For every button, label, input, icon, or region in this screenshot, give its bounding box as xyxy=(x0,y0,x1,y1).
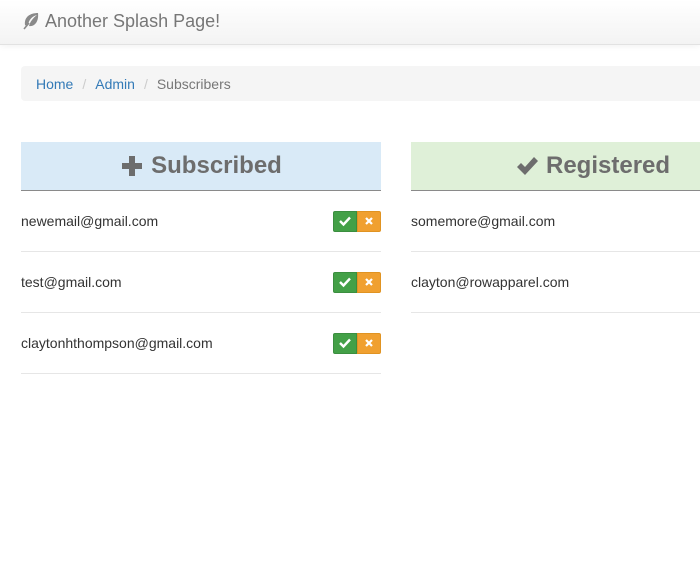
subscribed-header: Subscribed xyxy=(21,142,381,191)
breadcrumb-current: Subscribers xyxy=(156,75,231,92)
breadcrumb-separator: / xyxy=(143,75,148,92)
approve-button[interactable] xyxy=(333,332,357,354)
check-icon xyxy=(515,154,539,178)
breadcrumb-home[interactable]: Home xyxy=(36,76,73,92)
subscribed-list: newemail@gmail.com test@gmail.com clayto… xyxy=(21,191,381,374)
list-item: test@gmail.com xyxy=(21,252,381,313)
brand-label: Another Splash Page! xyxy=(45,10,221,31)
leaf-icon xyxy=(21,11,41,31)
brand-link[interactable]: Another Splash Page! xyxy=(21,9,220,33)
list-item: somemore@gmail.com xyxy=(411,191,700,252)
subscriber-email: test@gmail.com xyxy=(21,274,122,290)
approve-button[interactable] xyxy=(333,210,357,232)
check-icon xyxy=(339,338,351,349)
close-icon xyxy=(365,217,373,225)
breadcrumb: Home / Admin / Subscribers xyxy=(21,66,700,101)
list-item: newemail@gmail.com xyxy=(21,191,381,252)
list-item: clayton@rowapparel.com xyxy=(411,252,700,313)
action-buttons xyxy=(333,210,381,232)
check-icon xyxy=(339,216,351,227)
subscribed-title: Subscribed xyxy=(151,152,282,179)
subscriber-email: newemail@gmail.com xyxy=(21,213,159,229)
breadcrumb-separator: / xyxy=(82,75,87,92)
action-buttons xyxy=(333,332,381,354)
close-icon xyxy=(365,278,373,286)
breadcrumb-admin[interactable]: Admin xyxy=(95,76,135,92)
list-item: claytonhthompson@gmail.com xyxy=(21,313,381,374)
subscriber-email: claytonhthompson@gmail.com xyxy=(21,335,213,351)
reject-button[interactable] xyxy=(357,210,381,232)
reject-button[interactable] xyxy=(357,271,381,293)
registered-email: clayton@rowapparel.com xyxy=(411,274,570,290)
registered-title: Registered xyxy=(546,152,671,179)
check-icon xyxy=(339,277,351,288)
registered-email: somemore@gmail.com xyxy=(411,213,556,229)
registered-header: Registered xyxy=(411,142,700,191)
navbar: Another Splash Page! xyxy=(0,0,700,45)
plus-icon xyxy=(120,154,144,178)
registered-list: somemore@gmail.com clayton@rowapparel.co… xyxy=(411,191,700,313)
reject-button[interactable] xyxy=(357,332,381,354)
approve-button[interactable] xyxy=(333,271,357,293)
close-icon xyxy=(365,339,373,347)
action-buttons xyxy=(333,271,381,293)
